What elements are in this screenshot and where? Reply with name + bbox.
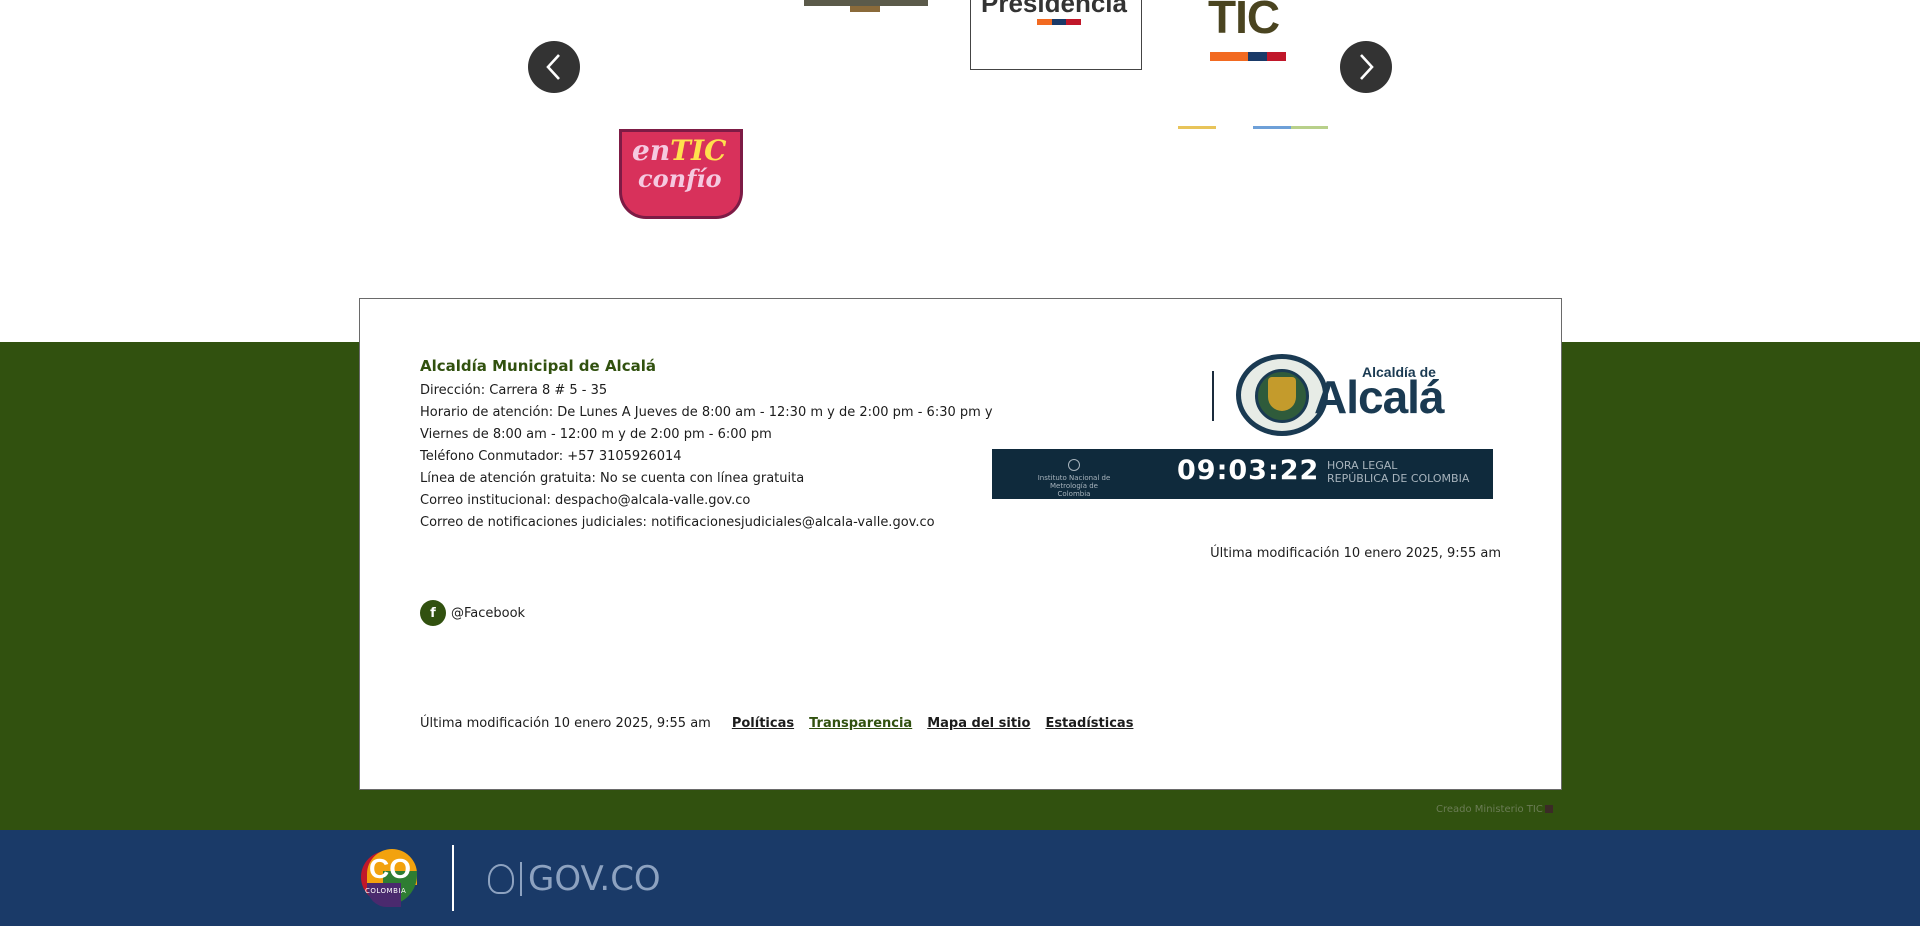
facebook-label: @Facebook: [451, 605, 526, 621]
facebook-link[interactable]: f @Facebook: [420, 600, 525, 626]
carousel-prev-button[interactable]: [528, 41, 580, 93]
phone-line: Teléfono Conmutador: +57 3105926014: [420, 449, 682, 464]
legal-time-widget[interactable]: Instituto Nacional de Metrología de Colo…: [992, 449, 1493, 499]
gov-co-text: GOV.CO: [528, 859, 661, 899]
partner-logos-carousel: Presidencia TIC enTIC confío: [0, 0, 1920, 300]
colombia-co-logo[interactable]: CO COLOMBIA: [361, 849, 417, 907]
contact-info: Alcaldía Municipal de Alcalá Dirección: …: [420, 357, 1020, 534]
last-modified-right: Última modificación 10 enero 2025, 9:55 …: [1210, 546, 1501, 561]
coat-of-arms-icon: [488, 864, 514, 894]
org-name: Alcaldía Municipal de Alcalá: [420, 357, 656, 375]
legal-time-label: HORA LEGAL REPÚBLICA DE COLOMBIA: [1327, 459, 1470, 485]
mintic-logo[interactable]: TIC: [1200, 0, 1300, 66]
institutional-email-line: Correo institucional: despacho@alcala-va…: [420, 493, 751, 508]
inm-logo: Instituto Nacional de Metrología de Colo…: [1034, 459, 1114, 498]
mintic-mark-icon: [1544, 805, 1553, 813]
presidencia-logo-text: Presidencia: [981, 0, 1127, 18]
gov-co-bar: CO COLOMBIA GOV.CO: [0, 830, 1920, 926]
chevron-right-icon: [1360, 54, 1374, 80]
flag-stripe: [1037, 19, 1082, 25]
alcala-logo[interactable]: Alcaldía de Alcalá: [1212, 354, 1474, 438]
ministry-logo[interactable]: [804, 0, 928, 14]
logo-divider: [1212, 371, 1214, 421]
gov-co-logo[interactable]: GOV.CO: [488, 859, 661, 899]
chevron-left-icon: [546, 54, 560, 80]
created-by-link[interactable]: Creado Ministerio TIC: [1436, 804, 1553, 815]
co-logo-text: CO: [369, 853, 411, 884]
hours-line-friday: Viernes de 8:00 am - 12:00 m y de 2:00 p…: [420, 427, 772, 442]
confio-text: confío: [638, 164, 722, 193]
gov-bar-divider: [452, 845, 454, 911]
footer-card: Alcaldía Municipal de Alcalá Dirección: …: [359, 298, 1562, 790]
mintic-logo-text: TIC: [1208, 0, 1280, 43]
partner-logo-fragment[interactable]: [1178, 126, 1328, 132]
inm-seal-icon: [1068, 459, 1080, 471]
en-tic-text: enTIC: [632, 134, 727, 167]
sitemap-link[interactable]: Mapa del sitio: [927, 716, 1030, 731]
carousel-next-button[interactable]: [1340, 41, 1392, 93]
hours-line: Horario de atención: De Lunes A Jueves d…: [420, 405, 993, 420]
alcala-logo-big-text: Alcalá: [1314, 371, 1445, 423]
gov-logo-separator: [520, 862, 522, 896]
policies-link[interactable]: Políticas: [732, 716, 794, 731]
legal-time-clock: 09:03:22: [1177, 455, 1320, 486]
facebook-icon: f: [420, 600, 446, 626]
en-tic-confio-logo[interactable]: enTIC confío: [608, 132, 752, 230]
address-line: Dirección: Carrera 8 # 5 - 35: [420, 383, 608, 398]
presidencia-logo[interactable]: Presidencia: [970, 0, 1142, 70]
last-modified-text: Última modificación 10 enero 2025, 9:55 …: [420, 716, 711, 731]
page-root: Presidencia TIC enTIC confío Alcaldía Mu…: [0, 0, 1920, 926]
transparency-link[interactable]: Transparencia: [809, 716, 912, 731]
judicial-email-line: Correo de notificaciones judiciales: not…: [420, 515, 935, 530]
footer-links-row: Última modificación 10 enero 2025, 9:55 …: [420, 716, 1148, 731]
flag-stripe: [1210, 52, 1286, 61]
toll-free-line: Línea de atención gratuita: No se cuenta…: [420, 471, 805, 486]
colombia-logo-text: COLOMBIA: [365, 887, 407, 895]
statistics-link[interactable]: Estadísticas: [1045, 716, 1133, 731]
